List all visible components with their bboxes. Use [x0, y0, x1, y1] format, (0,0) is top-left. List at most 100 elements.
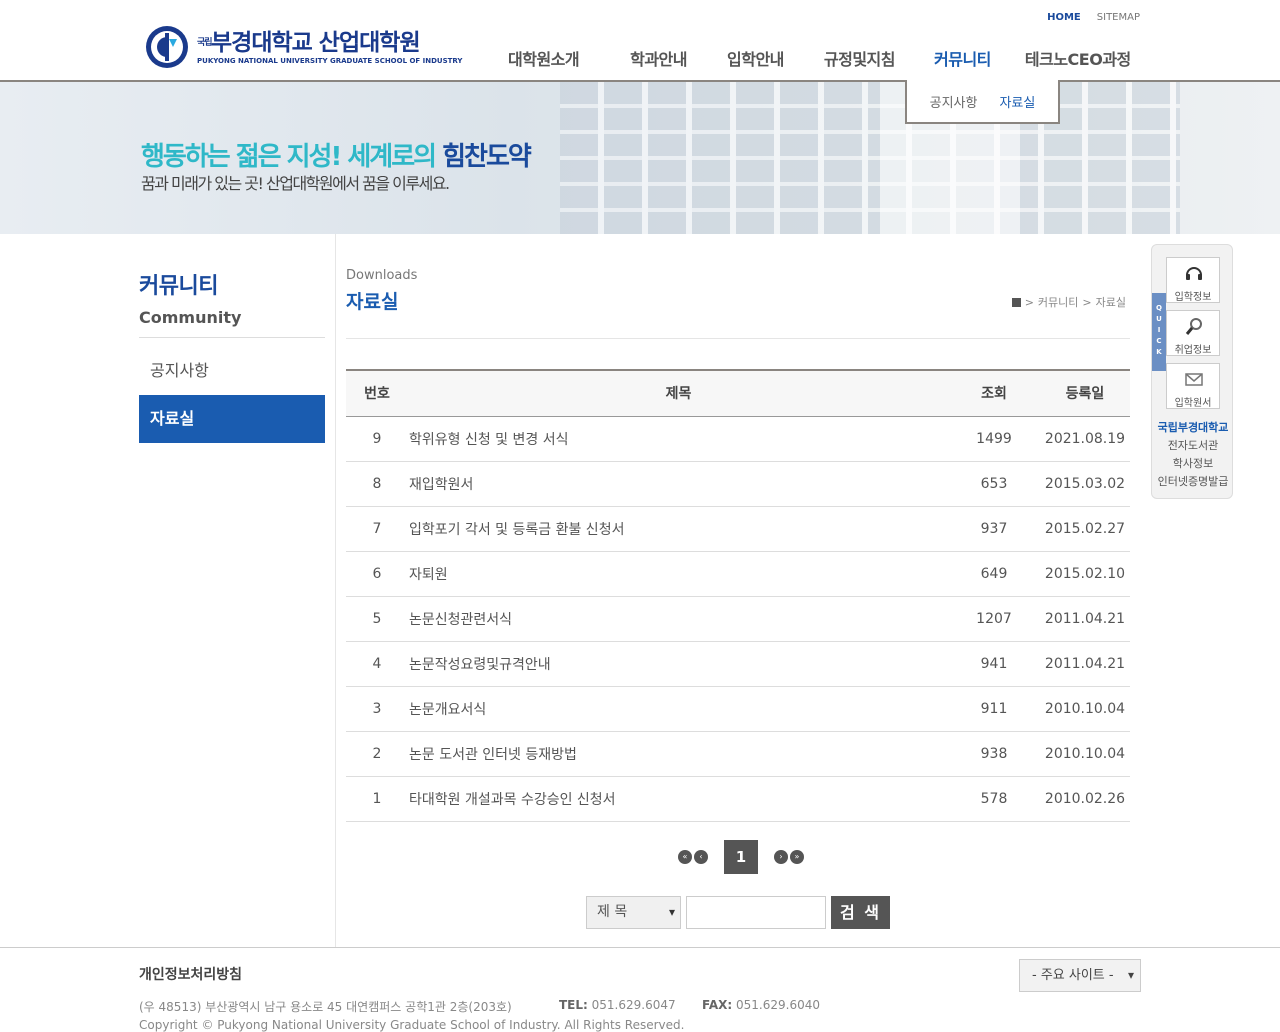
privacy-policy-link[interactable]: 개인정보처리방침	[139, 964, 242, 984]
table-row: 4 논문작성요령및규격안내 941 2011.04.21	[346, 641, 1130, 687]
fax-value: 051.629.6040	[736, 998, 820, 1012]
row-date: 2015.02.27	[1040, 506, 1130, 552]
footer-tel: TEL: 051.629.6047	[559, 998, 676, 1012]
quick-admission-info-label: 입학정보	[1174, 292, 1212, 303]
row-hits: 649	[948, 551, 1040, 597]
row-title-link[interactable]: 타대학원 개설과목 수강승인 신청서	[409, 792, 616, 808]
lnb-subtitle: Community	[139, 308, 242, 327]
row-title-link[interactable]: 논문개요서식	[409, 702, 486, 718]
headset-icon	[1186, 267, 1202, 280]
header-hits: 조회	[948, 369, 1040, 417]
first-page-icon[interactable]: «	[678, 850, 692, 864]
quick-admission-info[interactable]: 입학정보	[1166, 257, 1220, 303]
quick-tab-label: QUICK	[1152, 293, 1166, 371]
divider	[335, 234, 336, 948]
site-logo[interactable]: 국립부경대학교 산업대학원 PUKYONG NATIONAL UNIVERSIT…	[143, 24, 463, 70]
row-title-link[interactable]: 자퇴원	[409, 567, 448, 583]
university-emblem-icon	[143, 24, 193, 70]
nav-about[interactable]: 대학원소개	[508, 46, 580, 70]
row-hits: 578	[948, 776, 1040, 822]
quick-link-certificate[interactable]: 인터넷증명발급	[1152, 473, 1234, 489]
pagination: « ‹ 1 › »	[678, 840, 806, 874]
nav-regulations[interactable]: 규정및지침	[824, 46, 896, 70]
row-hits: 1207	[948, 596, 1040, 642]
lnb-item-downloads[interactable]: 자료실	[139, 395, 325, 443]
page-number-current[interactable]: 1	[724, 840, 758, 874]
breadcrumb-downloads[interactable]: 자료실	[1096, 294, 1126, 310]
row-date: 2011.04.21	[1040, 641, 1130, 687]
quick-application-form[interactable]: 입학원서	[1166, 363, 1220, 409]
row-date: 2015.03.02	[1040, 461, 1130, 507]
last-page-icon[interactable]: »	[790, 850, 804, 864]
nav-departments[interactable]: 학과안내	[630, 46, 687, 70]
row-number: 1	[346, 776, 408, 822]
page-title-english: Downloads	[346, 268, 418, 283]
main-nav: 대학원소개 학과안내 입학안내 규정및지침 커뮤니티 테크노CEO과정	[508, 46, 1131, 70]
row-date: 2015.02.10	[1040, 551, 1130, 597]
row-date: 2010.10.04	[1040, 731, 1130, 777]
sitemap-link[interactable]: SITEMAP	[1097, 12, 1140, 23]
table-row: 6 자퇴원 649 2015.02.10	[346, 551, 1130, 597]
row-number: 6	[346, 551, 408, 597]
header-number: 번호	[346, 369, 408, 417]
table-row: 2 논문 도서관 인터넷 등재방법 938 2010.10.04	[346, 731, 1130, 777]
row-hits: 1499	[948, 416, 1040, 462]
home-link[interactable]: HOME	[1047, 12, 1081, 23]
lnb-title: 커뮤니티	[139, 274, 218, 299]
nav-admission[interactable]: 입학안내	[727, 46, 784, 70]
row-title-link[interactable]: 논문신청관련서식	[409, 612, 512, 628]
row-title-link[interactable]: 입학포기 각서 및 등록금 환불 신청서	[409, 522, 624, 538]
breadcrumb-community[interactable]: 커뮤니티	[1038, 294, 1078, 310]
table-row: 7 입학포기 각서 및 등록금 환불 신청서 937 2015.02.27	[346, 506, 1130, 552]
breadcrumb-separator: >	[1024, 295, 1034, 309]
site-footer: 개인정보처리방침 (우 48513) 부산광역시 남구 용소로 45 대연캠퍼스…	[0, 947, 1280, 1032]
subtab-notice[interactable]: 공지사항	[930, 92, 978, 111]
quick-link-library[interactable]: 전자도서관	[1152, 437, 1234, 453]
breadcrumb: > 커뮤니티 > 자료실	[1011, 294, 1126, 310]
subtab-downloads[interactable]: 자료실	[999, 92, 1035, 111]
row-number: 5	[346, 596, 408, 642]
table-row: 3 논문개요서식 911 2010.10.04	[346, 686, 1130, 732]
footer-fax: FAX: 051.629.6040	[702, 998, 820, 1012]
tel-value: 051.629.6047	[591, 998, 676, 1012]
banner-subslogan: 꿈과 미래가 있는 곳! 산업대학원에서 꿈을 이루세요.	[141, 174, 450, 193]
row-hits: 941	[948, 641, 1040, 687]
lnb-item-notice[interactable]: 공지사항	[139, 347, 325, 395]
sub-visual-banner: 행동하는 젊은 지성! 세계로의 힘찬도약 꿈과 미래가 있는 곳! 산업대학원…	[0, 82, 1280, 234]
row-title-link[interactable]: 학위유형 신청 및 변경 서식	[409, 432, 568, 448]
row-date: 2021.08.19	[1040, 416, 1130, 462]
row-hits: 911	[948, 686, 1040, 732]
magnifier-icon	[1185, 318, 1202, 335]
quick-link-academic[interactable]: 학사정보	[1152, 455, 1234, 471]
slogan-emphasis: 힘찬도약	[442, 142, 532, 172]
home-icon[interactable]	[1011, 297, 1021, 307]
envelope-icon	[1185, 373, 1203, 386]
row-date: 2011.04.21	[1040, 596, 1130, 642]
divider	[139, 337, 325, 338]
search-input[interactable]	[686, 896, 826, 929]
logo-prefix: 국립	[197, 37, 213, 48]
quick-job-info[interactable]: 취업정보	[1166, 310, 1220, 356]
table-row: 8 재입학원서 653 2015.03.02	[346, 461, 1130, 507]
quick-link-university[interactable]: 국립부경대학교	[1152, 419, 1234, 435]
next-page-icon[interactable]: ›	[774, 850, 788, 864]
row-hits: 937	[948, 506, 1040, 552]
nav-community[interactable]: 커뮤니티	[934, 46, 991, 70]
divider	[346, 338, 1130, 339]
related-sites-select[interactable]: - 주요 사이트 -	[1019, 959, 1141, 992]
row-number: 2	[346, 731, 408, 777]
header-date: 등록일	[1040, 369, 1130, 417]
row-date: 2010.10.04	[1040, 686, 1130, 732]
row-number: 9	[346, 416, 408, 462]
nav-techno-ceo[interactable]: 테크노CEO과정	[1025, 46, 1131, 70]
row-title-link[interactable]: 논문작성요령및규격안내	[409, 657, 551, 673]
search-field-select[interactable]: 제 목	[586, 896, 681, 929]
row-title-link[interactable]: 재입학원서	[409, 477, 473, 493]
site-header: 국립부경대학교 산업대학원 PUKYONG NATIONAL UNIVERSIT…	[0, 0, 1280, 82]
footer-copyright: Copyright © Pukyong National University …	[139, 1018, 685, 1032]
search-button[interactable]: 검 색	[831, 896, 890, 929]
quick-menu: QUICK 입학정보 취업정보 입학원서 국립부경대학교 전자도서관 학사정보 …	[1151, 244, 1233, 499]
row-title-link[interactable]: 논문 도서관 인터넷 등재방법	[409, 747, 577, 763]
building-background	[560, 82, 1180, 234]
prev-page-icon[interactable]: ‹	[694, 850, 708, 864]
